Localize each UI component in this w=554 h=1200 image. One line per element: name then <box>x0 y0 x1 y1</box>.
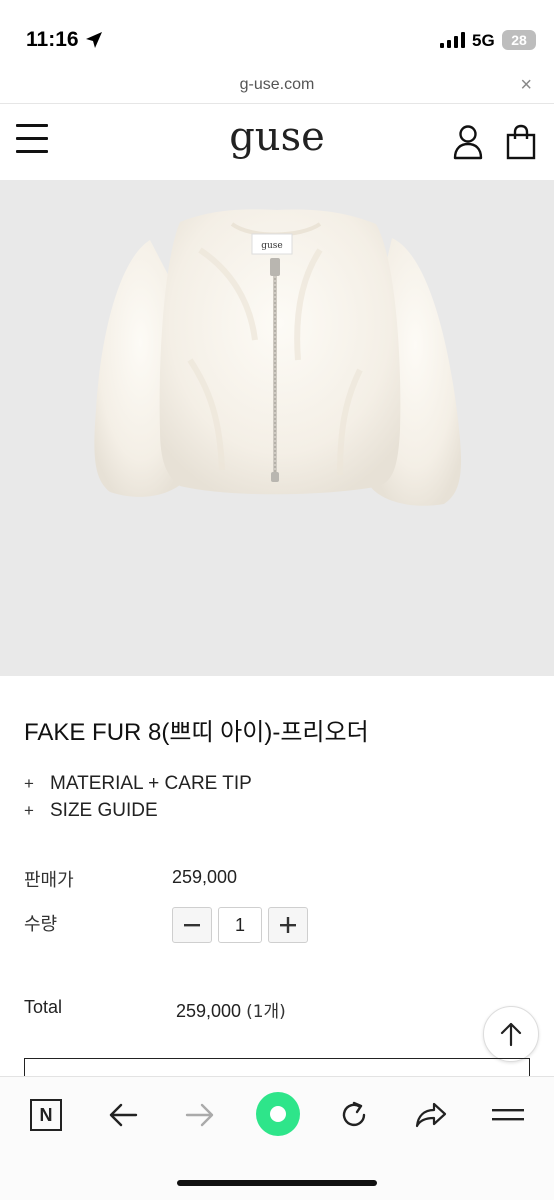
quantity-input[interactable] <box>218 907 262 943</box>
home-indicator[interactable] <box>177 1180 377 1186</box>
arrow-up-icon <box>500 1022 522 1047</box>
status-time: 11:16 <box>26 28 79 51</box>
accordion-size-guide[interactable]: + SIZE GUIDE <box>24 797 252 824</box>
forward-arrow-icon[interactable] <box>178 1095 222 1135</box>
quantity-stepper <box>172 907 308 943</box>
increase-quantity-button[interactable] <box>268 907 308 943</box>
total-price: 259,000 <box>176 1001 242 1021</box>
green-dot-icon[interactable] <box>255 1091 301 1137</box>
jacket-label-text: guse <box>261 241 283 251</box>
status-bar: 11:16 5G 28 <box>0 0 554 70</box>
scroll-to-top-button[interactable] <box>483 1006 539 1062</box>
battery-icon: 28 <box>502 30 536 50</box>
price-label: 판매가 <box>24 870 74 891</box>
share-icon[interactable] <box>409 1095 453 1135</box>
plus-icon: + <box>24 773 34 793</box>
total-count: (1개) <box>246 1002 286 1022</box>
accordion-material-care[interactable]: + MATERIAL + CARE TIP <box>24 770 252 797</box>
url-bar[interactable]: g-use.com × <box>0 70 554 104</box>
naver-n-icon[interactable]: N <box>24 1095 68 1135</box>
shopping-bag-icon[interactable] <box>504 124 538 160</box>
fur-jacket-illustration: guse <box>94 209 462 506</box>
location-arrow-icon <box>86 32 102 48</box>
menu-icon[interactable] <box>486 1095 530 1135</box>
decrease-quantity-button[interactable] <box>172 907 212 943</box>
total-value: 259,000 (1개) <box>176 997 286 1022</box>
cellular-signal-icon <box>440 32 465 48</box>
user-icon[interactable] <box>452 124 484 160</box>
url-text[interactable]: g-use.com <box>0 76 554 94</box>
site-header: guse <box>0 104 554 180</box>
plus-icon: + <box>24 800 34 820</box>
back-arrow-icon[interactable] <box>101 1095 145 1135</box>
product-title: FAKE FUR 8(쁘띠 아이)-프리오더 <box>24 719 369 746</box>
quantity-label: 수량 <box>24 914 58 935</box>
price-value: 259,000 <box>172 867 238 887</box>
product-accordion: + MATERIAL + CARE TIP + SIZE GUIDE <box>24 770 252 824</box>
close-icon[interactable]: × <box>520 74 532 97</box>
naver-n-label: N <box>30 1099 62 1131</box>
network-type: 5G <box>472 31 495 50</box>
product-image[interactable]: guse <box>0 180 554 676</box>
accordion-label: SIZE GUIDE <box>50 799 158 821</box>
reload-icon[interactable] <box>332 1095 376 1135</box>
accordion-label: MATERIAL + CARE TIP <box>50 772 252 794</box>
total-label: Total <box>24 997 63 1017</box>
plus-icon <box>280 917 296 933</box>
minus-icon <box>184 924 200 927</box>
